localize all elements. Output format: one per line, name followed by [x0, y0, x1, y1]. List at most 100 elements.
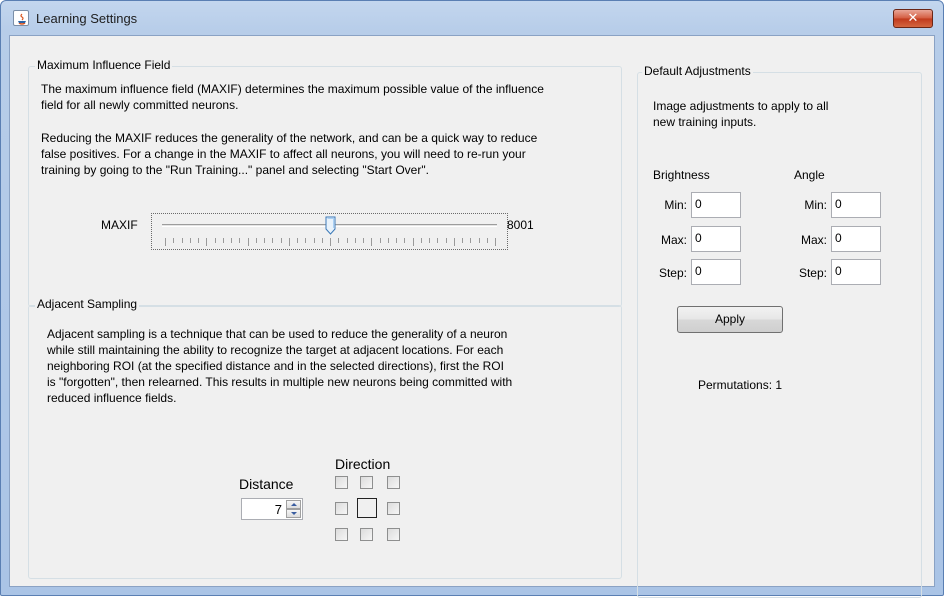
angle-max-input[interactable]: 0	[831, 226, 881, 252]
adjacent-description-line: is "forgotten", then relearned. This res…	[47, 375, 513, 389]
slider-tick	[206, 238, 208, 246]
distance-value[interactable]: 7	[275, 502, 282, 517]
title-bar[interactable]: Learning Settings ✕	[1, 1, 943, 35]
default-adjustments-group: Default Adjustments	[637, 64, 922, 598]
brightness-step-input[interactable]: 0	[691, 259, 741, 285]
slider-tick	[445, 238, 447, 243]
maxif-description-line: Reducing the MAXIF reduces the generalit…	[41, 131, 538, 145]
slider-tick	[189, 238, 191, 243]
slider-tick	[462, 238, 463, 243]
angle-min-input[interactable]: 0	[831, 192, 881, 218]
slider-tick	[272, 238, 274, 243]
direction-checkbox-left[interactable]	[335, 502, 348, 515]
slider-tick	[255, 238, 257, 243]
adjacent-description-line: reduced influence fields.	[47, 391, 177, 405]
brightness-max-label: Max:	[660, 233, 687, 247]
maxif-description-line: field for all newly committed neurons.	[41, 98, 239, 112]
slider-tick	[470, 238, 472, 243]
adjustments-description-line: Image adjustments to apply to all	[653, 99, 829, 113]
slider-tick	[239, 238, 241, 243]
slider-tick	[478, 238, 480, 243]
default-adjustments-group-title: Default Adjustments	[642, 64, 753, 78]
angle-step-label: Step:	[798, 266, 827, 280]
slider-tick	[165, 238, 166, 246]
direction-checkbox-bottom[interactable]	[360, 528, 373, 541]
max-influence-group: Maximum Influence Field The maximum infl…	[28, 58, 622, 307]
learning-settings-window: Learning Settings ✕ Maximum Influence Fi…	[0, 0, 944, 598]
angle-step-input[interactable]: 0	[831, 259, 881, 285]
window-title: Learning Settings	[36, 11, 138, 26]
slider-tick	[387, 238, 389, 243]
slider-tick	[280, 238, 282, 243]
slider-tick	[214, 238, 216, 243]
maxif-slider-label: MAXIF	[101, 218, 138, 232]
adjacent-sampling-group: Adjacent Sampling Adjacent sampling is a…	[28, 297, 622, 579]
angle-label: Angle	[794, 168, 825, 182]
slider-tick	[363, 238, 364, 243]
slider-tick	[396, 238, 397, 243]
brightness-label: Brightness	[653, 168, 710, 182]
maxif-slider-value: 8001	[507, 218, 534, 232]
close-button[interactable]: ✕	[893, 9, 933, 28]
direction-checkbox-bottom-right[interactable]	[387, 528, 400, 541]
slider-tick	[222, 238, 224, 243]
slider-thumb[interactable]	[325, 216, 336, 235]
slider-tick	[437, 238, 439, 243]
spinner-up-arrow-icon[interactable]	[286, 500, 301, 509]
maxif-slider[interactable]	[151, 213, 508, 250]
slider-tick	[379, 238, 381, 243]
slider-tick	[181, 238, 183, 243]
angle-min-label: Min:	[804, 198, 827, 212]
slider-tick	[288, 238, 290, 246]
slider-tick	[247, 238, 249, 246]
slider-tick	[420, 238, 422, 243]
direction-label: Direction	[335, 456, 391, 472]
slider-tick	[231, 238, 232, 243]
slider-tick	[297, 238, 298, 243]
maxif-description-line: training by going to the "Run Training..…	[41, 163, 429, 177]
slider-tick	[354, 238, 356, 243]
slider-tick	[264, 238, 265, 243]
slider-tick	[453, 238, 455, 246]
adjacent-sampling-group-title: Adjacent Sampling	[35, 297, 140, 311]
adjacent-description-line: neighboring ROI (at the specified distan…	[47, 359, 504, 373]
slider-tick	[346, 238, 348, 243]
slider-tick	[495, 238, 496, 246]
maxif-description-line: false positives. For a change in the MAX…	[41, 147, 526, 161]
maxif-description-line: The maximum influence field (MAXIF) dete…	[41, 82, 544, 96]
slider-ticks	[165, 238, 496, 246]
distance-label: Distance	[239, 476, 294, 492]
adjacent-description-line: while still maintaining the ability to r…	[47, 343, 504, 357]
brightness-step-label: Step:	[658, 266, 687, 280]
adjustments-description-line: new training inputs.	[653, 115, 757, 129]
slider-tick	[313, 238, 315, 243]
spinner-buttons	[286, 500, 301, 518]
slider-tick	[173, 238, 175, 243]
adjacent-description-line: Adjacent sampling is a technique that ca…	[47, 327, 508, 341]
angle-max-label: Max:	[800, 233, 827, 247]
slider-tick	[198, 238, 199, 243]
brightness-min-label: Min:	[664, 198, 687, 212]
slider-tick	[330, 238, 331, 246]
spinner-down-arrow-icon[interactable]	[286, 509, 301, 518]
slider-tick	[321, 238, 323, 243]
slider-tick	[305, 238, 307, 243]
slider-tick	[404, 238, 406, 243]
direction-center-cell	[357, 498, 377, 518]
permutations-text: Permutations: 1	[698, 378, 783, 392]
brightness-max-input[interactable]: 0	[691, 226, 741, 252]
direction-checkbox-top-left[interactable]	[335, 476, 348, 489]
slider-tick	[412, 238, 414, 246]
direction-checkbox-top-right[interactable]	[387, 476, 400, 489]
direction-checkbox-bottom-left[interactable]	[335, 528, 348, 541]
slider-tick	[371, 238, 373, 246]
java-app-icon	[13, 10, 29, 26]
slider-tick	[486, 238, 488, 243]
apply-button[interactable]: Apply	[677, 306, 783, 333]
direction-checkbox-top[interactable]	[360, 476, 373, 489]
direction-checkbox-right[interactable]	[387, 502, 400, 515]
max-influence-group-title: Maximum Influence Field	[35, 58, 173, 72]
brightness-min-input[interactable]: 0	[691, 192, 741, 218]
distance-spinner[interactable]: 7	[241, 498, 303, 520]
slider-tick	[338, 238, 340, 243]
